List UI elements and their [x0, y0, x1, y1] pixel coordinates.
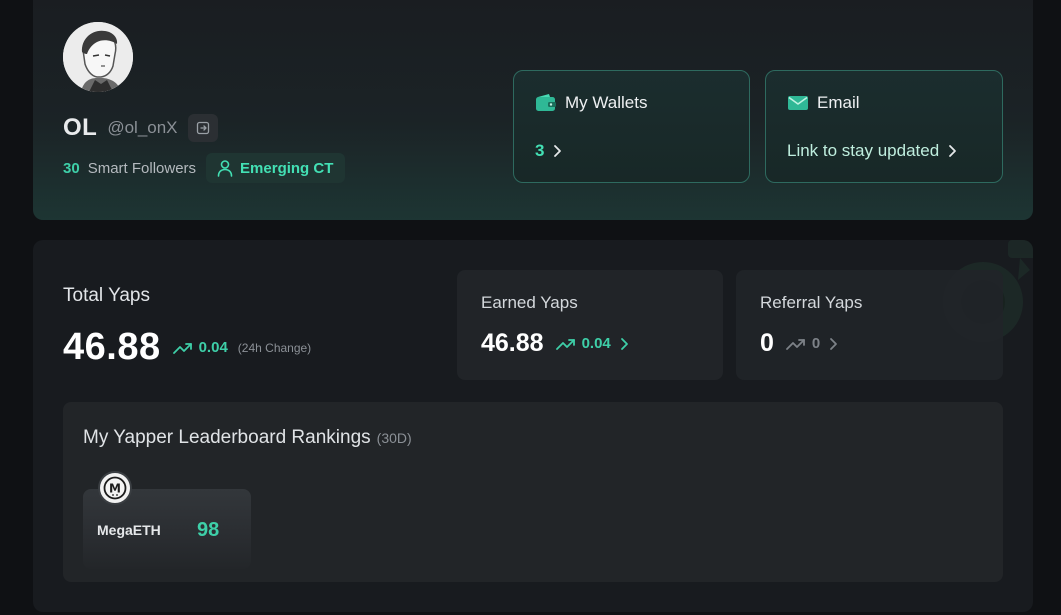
- megaeth-logo-letter: M: [109, 482, 121, 496]
- leaderboard-title-text: My Yapper Leaderboard Rankings: [83, 427, 371, 448]
- megaeth-logo-icon: M: [98, 471, 132, 505]
- wallets-card-header: My Wallets: [535, 93, 648, 113]
- followers-row: 30 Smart Followers Emerging CT: [63, 153, 346, 183]
- trending-up-icon: [786, 338, 805, 350]
- earned-yaps-card[interactable]: Earned Yaps 46.88 0.04: [457, 270, 723, 380]
- wallets-count: 3: [535, 141, 545, 160]
- wallets-title: My Wallets: [565, 93, 648, 112]
- wallet-icon: [536, 94, 556, 111]
- user-handle: @ol_onX: [107, 118, 178, 137]
- project-rank: 98: [197, 519, 220, 541]
- user-icon: [217, 160, 233, 177]
- name-row: OL @ol_onX: [63, 114, 218, 142]
- badge-label: Emerging CT: [240, 159, 334, 177]
- exit-icon: [196, 121, 209, 135]
- leaderboard-title: My Yapper Leaderboard Rankings (30D): [83, 427, 412, 449]
- email-title: Email: [817, 93, 860, 112]
- earned-change: 0.04: [555, 335, 611, 352]
- earned-yaps-row: 46.88 0.04: [481, 329, 629, 358]
- total-yaps-row: 46.88 0.04 (24h Change): [63, 326, 311, 369]
- display-name: OL: [63, 114, 98, 141]
- leaderboard-rankings-panel: My Yapper Leaderboard Rankings (30D) M M…: [63, 402, 1003, 582]
- referral-yaps-label: Referral Yaps: [760, 293, 863, 312]
- referral-yaps-card[interactable]: Referral Yaps 0 0: [736, 270, 1003, 380]
- my-wallets-card[interactable]: My Wallets 3: [513, 70, 750, 183]
- email-card-header: Email: [787, 93, 860, 113]
- earned-yaps-label: Earned Yaps: [481, 293, 578, 312]
- earned-change-value: 0.04: [581, 335, 611, 352]
- email-link-text: Link to stay updated: [787, 141, 940, 160]
- total-yaps-label: Total Yaps: [63, 285, 150, 306]
- change-note: (24h Change): [237, 340, 312, 355]
- chevron-right-icon: [552, 144, 562, 158]
- project-card[interactable]: M MegaETH 98: [83, 471, 251, 569]
- leaderboard-period: (30D): [376, 430, 412, 446]
- referral-change-value: 0: [811, 335, 821, 352]
- email-link[interactable]: Link to stay updated: [787, 141, 957, 161]
- wallets-link[interactable]: 3: [535, 141, 562, 161]
- referral-yaps-row: 0 0: [760, 329, 838, 358]
- logout-button[interactable]: [187, 114, 218, 142]
- mail-icon: [788, 96, 808, 110]
- trending-up-icon: [172, 342, 192, 354]
- email-card[interactable]: Email Link to stay updated: [765, 70, 1003, 183]
- referral-yaps-value: 0: [760, 329, 774, 357]
- avatar-portrait-icon: [63, 22, 133, 92]
- smart-followers-count[interactable]: 30: [63, 160, 80, 177]
- referral-change: 0: [786, 335, 820, 352]
- chevron-right-icon[interactable]: [619, 337, 629, 351]
- smart-followers-label[interactable]: Smart Followers: [88, 160, 196, 177]
- avatar[interactable]: [63, 22, 133, 92]
- trending-up-icon: [555, 338, 575, 350]
- chevron-right-icon[interactable]: [828, 337, 838, 351]
- emerging-ct-badge: Emerging CT: [206, 153, 346, 183]
- total-yaps-value: 46.88: [63, 326, 161, 368]
- earned-yaps-value: 46.88: [481, 329, 544, 357]
- total-change: 0.04 (24h Change): [172, 339, 312, 356]
- project-name: MegaETH: [97, 522, 161, 538]
- total-change-value: 0.04: [198, 339, 228, 356]
- yaps-panel: Total Yaps 46.88 0.04 (24h Change) Earne…: [33, 240, 1033, 612]
- chevron-right-icon: [947, 144, 957, 158]
